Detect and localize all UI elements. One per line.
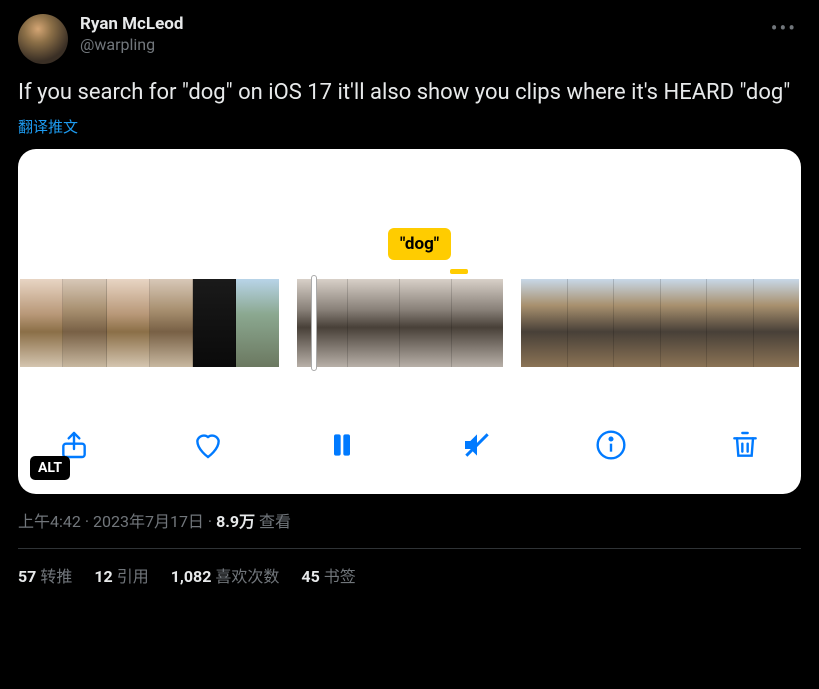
- heart-icon[interactable]: [188, 425, 228, 465]
- views-count: 8.9万: [216, 512, 255, 531]
- tweet-header: Ryan McLeod @warpling •••: [18, 14, 801, 64]
- playhead[interactable]: [311, 275, 317, 371]
- video-scrubber[interactable]: [18, 279, 801, 367]
- quotes-stat[interactable]: 12引用: [94, 563, 148, 587]
- time[interactable]: 上午4:42: [18, 512, 81, 531]
- tweet-meta: 上午4:42 · 2023年7月17日 · 8.9万 查看: [18, 508, 801, 532]
- clip-3[interactable]: [521, 279, 799, 367]
- search-tag-label: "dog": [388, 228, 451, 260]
- translate-link[interactable]: 翻译推文: [18, 116, 801, 137]
- playhead-marker: [450, 269, 468, 274]
- handle: @warpling: [80, 35, 767, 54]
- divider: [18, 548, 801, 549]
- media-card[interactable]: "dog": [18, 149, 801, 494]
- stats-row: 57转推 12引用 1,082喜欢次数 45书签: [18, 563, 801, 587]
- views-label: 查看: [255, 512, 291, 531]
- clip-2[interactable]: [297, 279, 504, 367]
- date[interactable]: 2023年7月17日: [93, 512, 204, 531]
- alt-badge[interactable]: ALT: [30, 456, 70, 480]
- tweet-container: Ryan McLeod @warpling ••• If you search …: [0, 0, 819, 587]
- bookmarks-stat[interactable]: 45书签: [301, 563, 355, 587]
- avatar[interactable]: [18, 14, 68, 64]
- pause-icon[interactable]: [322, 425, 362, 465]
- tweet-text: If you search for "dog" on iOS 17 it'll …: [18, 78, 801, 108]
- media-toolbar: [18, 396, 801, 494]
- more-icon[interactable]: •••: [767, 14, 801, 42]
- likes-stat[interactable]: 1,082喜欢次数: [171, 563, 280, 587]
- mute-icon[interactable]: [457, 425, 497, 465]
- trash-icon[interactable]: [725, 425, 765, 465]
- info-icon[interactable]: [591, 425, 631, 465]
- author-block[interactable]: Ryan McLeod @warpling: [80, 14, 767, 54]
- display-name: Ryan McLeod: [80, 14, 767, 34]
- retweets-stat[interactable]: 57转推: [18, 563, 72, 587]
- clip-1[interactable]: [20, 279, 279, 367]
